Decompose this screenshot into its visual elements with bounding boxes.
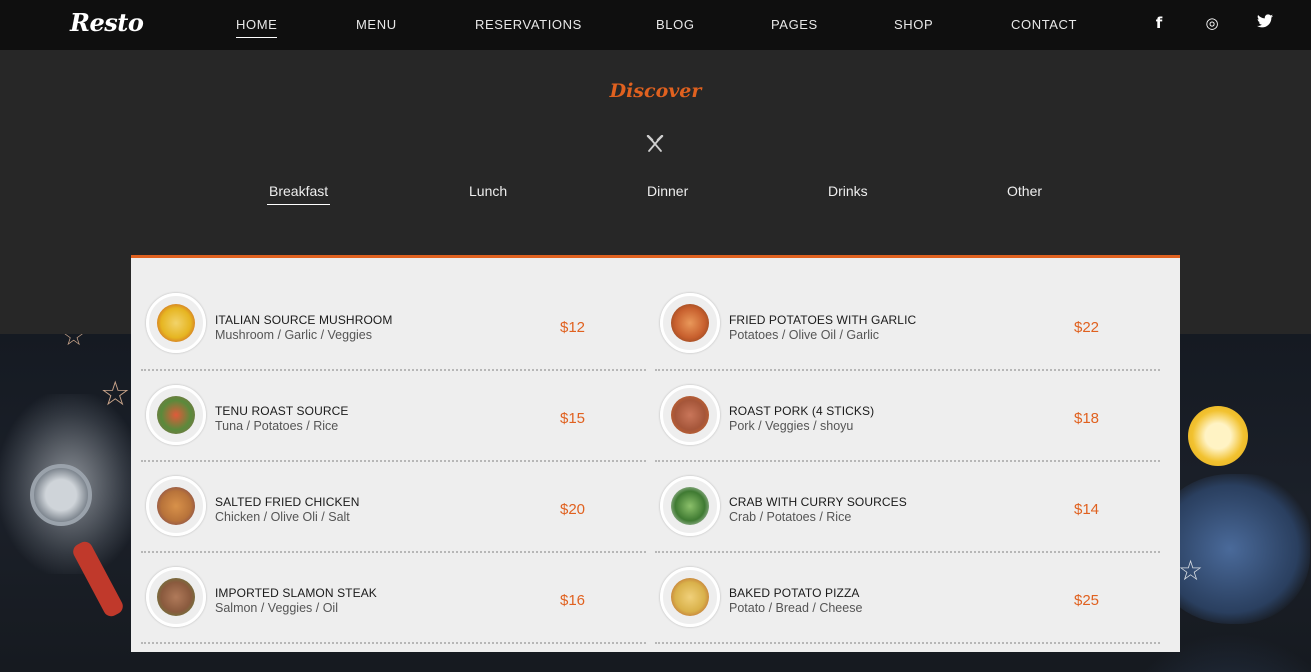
section-kicker: Discover <box>609 80 702 102</box>
dish-price: $15 <box>560 410 586 427</box>
facebook-icon[interactable]: f <box>1150 14 1168 32</box>
dish-image <box>146 293 206 353</box>
menu-item[interactable]: IMPORTED SLAMON STEAK Salmon / Veggies /… <box>141 553 646 644</box>
dish-image <box>660 567 720 627</box>
dish-name: ROAST PORK (4 STICKS) <box>729 404 875 418</box>
menu-card: ITALIAN SOURCE MUSHROOM Mushroom / Garli… <box>131 255 1180 652</box>
site-header: Resto HOME MENU RESERVATIONS BLOG PAGES … <box>0 0 1311 50</box>
nav-contact[interactable]: CONTACT <box>1011 17 1077 37</box>
dish-name: IMPORTED SLAMON STEAK <box>215 586 377 600</box>
twitter-icon[interactable] <box>1256 14 1274 32</box>
menu-item[interactable]: FRIED POTATOES WITH GARLIC Potatoes / Ol… <box>655 278 1160 371</box>
star-cookie-cutter-icon: ☆ <box>100 374 131 414</box>
dish-ingredients: Potatoes / Olive Oil / Garlic <box>729 328 880 342</box>
dish-ingredients: Crab / Potatoes / Rice <box>729 510 852 524</box>
menu-item[interactable]: BAKED POTATO PIZZA Potato / Bread / Chee… <box>655 553 1160 644</box>
dish-price: $22 <box>1074 319 1100 336</box>
dish-price: $20 <box>560 501 586 518</box>
dish-ingredients: Mushroom / Garlic / Veggies <box>215 328 373 342</box>
dish-ingredients: Potato / Bread / Cheese <box>729 601 863 615</box>
nav-shop[interactable]: SHOP <box>894 17 933 37</box>
tab-breakfast[interactable]: Breakfast <box>267 183 331 205</box>
menu-item[interactable]: CRAB WITH CURRY SOURCES Crab / Potatoes … <box>655 462 1160 553</box>
dish-price: $25 <box>1074 592 1100 609</box>
nav-home[interactable]: HOME <box>236 17 278 38</box>
cutlery-icon <box>646 135 664 152</box>
dish-ingredients: Salmon / Veggies / Oil <box>215 601 338 615</box>
menu-item[interactable]: SALTED FRIED CHICKEN Chicken / Olive Oli… <box>141 462 646 553</box>
sieve-image <box>30 464 92 526</box>
dish-name: FRIED POTATOES WITH GARLIC <box>729 313 917 327</box>
dish-name: ITALIAN SOURCE MUSHROOM <box>215 313 393 327</box>
dish-image <box>146 567 206 627</box>
menu-item[interactable]: ROAST PORK (4 STICKS) Pork / Veggies / s… <box>655 371 1160 462</box>
menu-item[interactable]: TENU ROAST SOURCE Tuna / Potatoes / Rice… <box>141 371 646 462</box>
dish-name: CRAB WITH CURRY SOURCES <box>729 495 907 509</box>
dish-image <box>660 385 720 445</box>
star-cookie-cutter-icon: ☆ <box>62 334 86 352</box>
nav-reservations[interactable]: RESERVATIONS <box>475 17 582 37</box>
nav-menu[interactable]: MENU <box>356 17 397 37</box>
dish-image <box>660 476 720 536</box>
instagram-icon[interactable]: ◎ <box>1203 14 1221 32</box>
dish-ingredients: Chicken / Olive Oli / Salt <box>215 510 350 524</box>
dish-name: BAKED POTATO PIZZA <box>729 586 860 600</box>
dish-price: $14 <box>1074 501 1100 518</box>
site-logo[interactable]: Resto <box>70 8 144 37</box>
dish-name: TENU ROAST SOURCE <box>215 404 349 418</box>
nav-blog[interactable]: BLOG <box>656 17 695 37</box>
star-cookie-cutter-icon: ☆ <box>1178 554 1204 587</box>
tab-other[interactable]: Other <box>1007 183 1042 204</box>
tab-lunch[interactable]: Lunch <box>469 183 507 204</box>
dish-price: $12 <box>560 319 586 336</box>
dish-image <box>146 385 206 445</box>
dish-name: SALTED FRIED CHICKEN <box>215 495 360 509</box>
tab-dinner[interactable]: Dinner <box>647 183 688 204</box>
dish-image <box>146 476 206 536</box>
dish-image <box>660 293 720 353</box>
dish-ingredients: Pork / Veggies / shoyu <box>729 419 854 433</box>
nav-pages[interactable]: PAGES <box>771 17 818 37</box>
tab-drinks[interactable]: Drinks <box>828 183 868 204</box>
menu-item[interactable]: ITALIAN SOURCE MUSHROOM Mushroom / Garli… <box>141 278 646 371</box>
lemon-slice-image <box>1188 406 1248 466</box>
dish-price: $16 <box>560 592 586 609</box>
dish-ingredients: Tuna / Potatoes / Rice <box>215 419 339 433</box>
dish-price: $18 <box>1074 410 1100 427</box>
